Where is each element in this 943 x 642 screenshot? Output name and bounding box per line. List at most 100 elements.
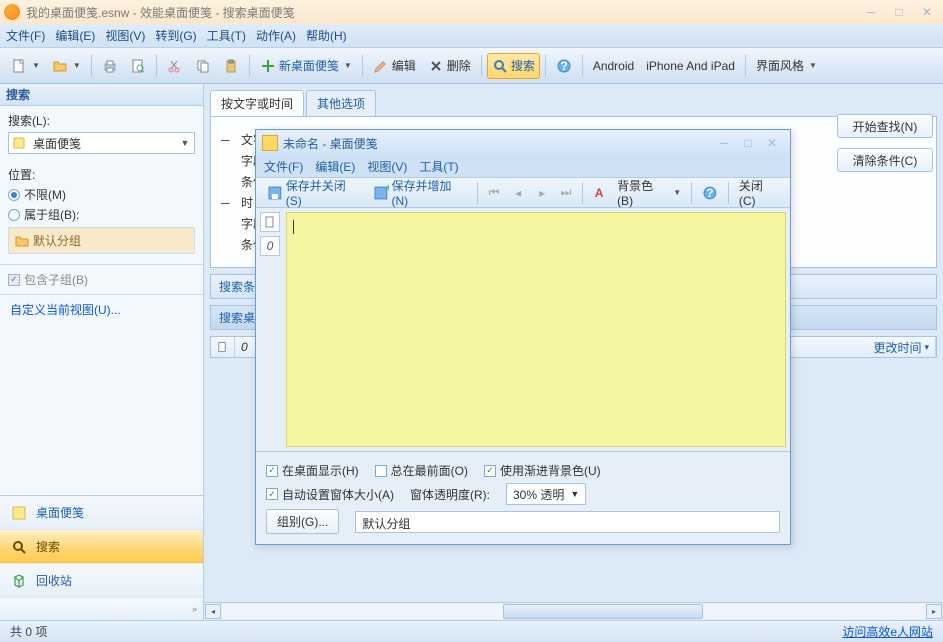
note-textarea[interactable] xyxy=(286,212,786,447)
modal-footer: ✓在桌面显示(H) 总在最前面(O) ✓使用渐进背景色(U) ✓自动设置窗体大小… xyxy=(256,451,790,544)
next-button[interactable]: ▸ xyxy=(531,180,553,206)
start-search-button[interactable]: 开始查找(N) xyxy=(837,114,933,138)
nav-recycle[interactable]: 回收站 xyxy=(0,564,203,598)
style-button[interactable]: 界面风格▼ xyxy=(751,53,822,79)
modal-menu-edit[interactable]: 编辑(E) xyxy=(315,158,355,175)
sidebar: 搜索 搜索(L): 桌面便笺 ▼ 位置: 不限(M) 属于组(B): 默认分组 xyxy=(0,84,204,620)
nav-collapse[interactable]: » xyxy=(0,598,203,620)
radio-icon xyxy=(8,189,20,201)
modal-menu-tools[interactable]: 工具(T) xyxy=(419,158,458,175)
nav-notes[interactable]: 桌面便笺 xyxy=(0,496,203,530)
opacity-select[interactable]: 30% 透明▼ xyxy=(506,483,586,505)
save-add-button[interactable]: +保存并增加(N) xyxy=(368,180,472,206)
note-icon xyxy=(9,136,29,150)
custom-view-link[interactable]: 自定义当前视图(U)... xyxy=(0,295,203,324)
tabs: 按文字或时间 其他选项 xyxy=(210,90,937,117)
folder-icon xyxy=(15,235,29,247)
new-note-label: 新桌面便笺 xyxy=(279,57,339,74)
close-button[interactable]: ✕ xyxy=(915,4,939,20)
modal-minimize-button[interactable]: ─ xyxy=(712,135,736,151)
search-combo[interactable]: 桌面便笺 ▼ xyxy=(8,132,195,154)
radio-unlimited[interactable]: 不限(M) xyxy=(8,186,195,203)
attachment-icon: 0 xyxy=(241,340,248,354)
app-icon xyxy=(4,4,20,20)
last-button[interactable]: ⏭ xyxy=(555,180,577,206)
chevron-down-icon: ▼ xyxy=(176,138,194,148)
preview-button[interactable] xyxy=(125,53,151,79)
open-button[interactable]: ▼ xyxy=(47,53,86,79)
nav-search[interactable]: 搜索 xyxy=(0,530,203,564)
document-icon xyxy=(217,341,228,353)
cut-button[interactable] xyxy=(162,53,188,79)
menubar: 文件(F) 编辑(E) 视图(V) 转到(G) 工具(T) 动作(A) 帮助(H… xyxy=(0,24,943,48)
modal-menu-file[interactable]: 文件(F) xyxy=(264,158,303,175)
side-nav: 桌面便笺 搜索 回收站 » xyxy=(0,495,203,620)
modal-menubar: 文件(F) 编辑(E) 视图(V) 工具(T) xyxy=(256,156,790,178)
search-button[interactable]: 搜索 xyxy=(487,53,540,79)
menu-goto[interactable]: 转到(G) xyxy=(155,27,196,44)
print-button[interactable] xyxy=(97,53,123,79)
copy-button[interactable] xyxy=(190,53,216,79)
toolbar: ▼ ▼ 新桌面便笺▼ 编辑 删除 搜索 ? Android iPhone And… xyxy=(0,48,943,84)
svg-text:+: + xyxy=(385,185,389,194)
clear-cond-button[interactable]: 清除条件(C) xyxy=(837,148,933,172)
menu-view[interactable]: 视图(V) xyxy=(105,27,145,44)
menu-tools[interactable]: 工具(T) xyxy=(207,27,246,44)
new-doc-button[interactable]: ▼ xyxy=(6,53,45,79)
paste-button[interactable] xyxy=(218,53,244,79)
save-close-button[interactable]: 保存并关闭(S) xyxy=(262,180,366,206)
scroll-left-icon[interactable]: ◂ xyxy=(205,604,221,619)
group-button[interactable]: 组别(G)... xyxy=(266,509,339,534)
help-button[interactable]: ? xyxy=(551,53,577,79)
modal-maximize-button[interactable]: □ xyxy=(736,135,760,151)
item-count: 共 0 项 xyxy=(10,623,47,640)
maximize-button[interactable]: □ xyxy=(887,4,911,20)
website-link[interactable]: 访问高效e人网站 xyxy=(842,623,933,640)
gradient-bg-checkbox[interactable]: ✓使用渐进背景色(U) xyxy=(484,462,601,479)
checkbox-icon: ✓ xyxy=(8,274,20,286)
edit-button[interactable]: 编辑 xyxy=(368,53,421,79)
new-note-button[interactable]: 新桌面便笺▼ xyxy=(255,53,357,79)
modal-close-button[interactable]: ✕ xyxy=(760,135,784,151)
scroll-thumb[interactable] xyxy=(503,604,703,619)
delete-label: 删除 xyxy=(447,57,471,74)
modal-sidebar: 0 xyxy=(260,212,282,447)
bgcolor-button[interactable]: 背景色(B)▼ xyxy=(612,180,686,206)
note-icon xyxy=(262,135,278,151)
tab-text-time[interactable]: 按文字或时间 xyxy=(210,90,304,116)
font-button[interactable]: A xyxy=(588,180,610,206)
iphone-button[interactable]: iPhone And iPad xyxy=(641,53,740,79)
auto-size-checkbox[interactable]: ✓自动设置窗体大小(A) xyxy=(266,486,394,503)
doc-tab-icon[interactable] xyxy=(260,212,280,232)
modal-help-button[interactable]: ? xyxy=(697,180,723,206)
menu-action[interactable]: 动作(A) xyxy=(256,27,296,44)
show-desktop-checkbox[interactable]: ✓在桌面显示(H) xyxy=(266,462,359,479)
prev-button[interactable]: ◂ xyxy=(507,180,529,206)
group-box[interactable]: 默认分组 xyxy=(8,227,195,254)
scroll-right-icon[interactable]: ▸ xyxy=(926,604,942,619)
modal-menu-view[interactable]: 视图(V) xyxy=(367,158,407,175)
menu-edit[interactable]: 编辑(E) xyxy=(55,27,95,44)
first-button[interactable]: ⏮ xyxy=(483,180,505,206)
close-tab-button[interactable]: 关闭(C) xyxy=(734,180,784,206)
svg-text:?: ? xyxy=(706,185,713,199)
col-doc[interactable] xyxy=(211,337,235,357)
radio-group[interactable]: 属于组(B): xyxy=(8,206,195,223)
tab-other[interactable]: 其他选项 xyxy=(306,90,376,116)
search-icon xyxy=(10,538,28,556)
search-label: 搜索 xyxy=(511,57,535,74)
h-scrollbar[interactable]: ◂ ▸ xyxy=(204,602,943,620)
delete-button[interactable]: 删除 xyxy=(423,53,476,79)
radio-icon xyxy=(8,209,20,221)
note-editor-window: 未命名 - 桌面便笺 ─ □ ✕ 文件(F) 编辑(E) 视图(V) 工具(T)… xyxy=(255,129,791,545)
search-panel-header: 搜索 xyxy=(0,84,203,106)
location-label: 位置: xyxy=(8,166,195,183)
menu-help[interactable]: 帮助(H) xyxy=(306,27,347,44)
attach-tab-icon[interactable]: 0 xyxy=(260,236,280,256)
android-button[interactable]: Android xyxy=(588,53,639,79)
group-text[interactable]: 默认分组 xyxy=(355,511,780,533)
minimize-button[interactable]: ─ xyxy=(859,4,883,20)
menu-file[interactable]: 文件(F) xyxy=(6,27,45,44)
always-top-checkbox[interactable]: 总在最前面(O) xyxy=(375,462,468,479)
modal-titlebar[interactable]: 未命名 - 桌面便笺 ─ □ ✕ xyxy=(256,130,790,156)
